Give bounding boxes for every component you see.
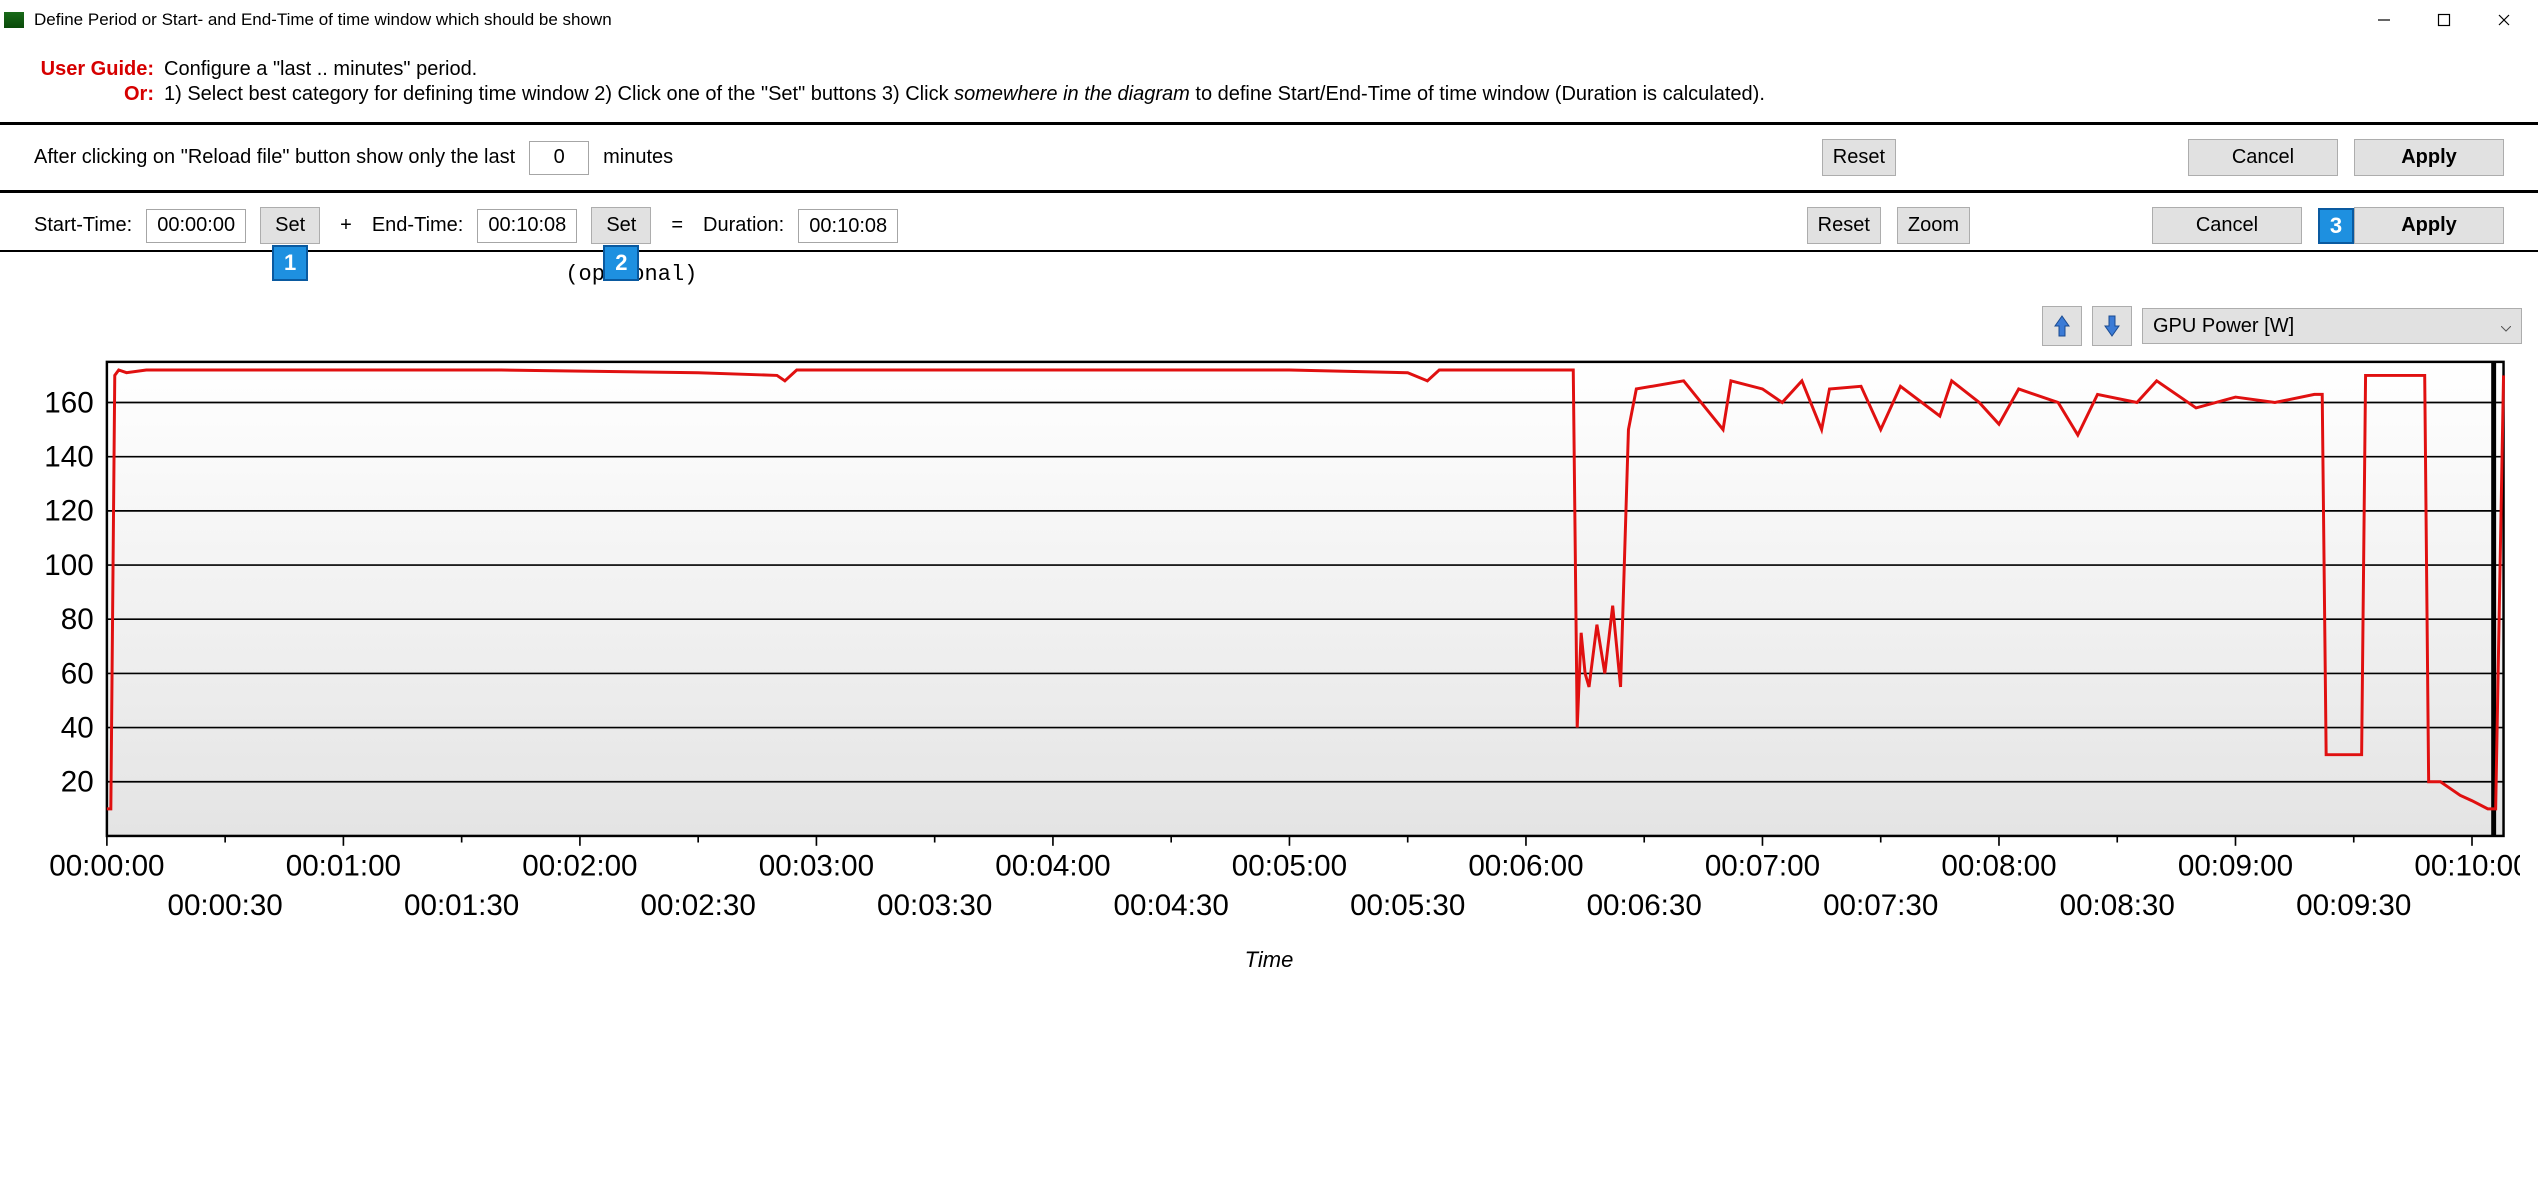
- move-down-button[interactable]: [2092, 306, 2132, 346]
- svg-text:160: 160: [44, 386, 93, 419]
- equals-separator: =: [665, 214, 689, 237]
- svg-text:60: 60: [61, 657, 94, 690]
- period-row: After clicking on "Reload file" button s…: [0, 125, 2538, 190]
- svg-text:00:10:00: 00:10:00: [2414, 849, 2520, 882]
- step-badge-2: 2: [603, 245, 639, 281]
- guide-label-1: User Guide:: [34, 58, 164, 81]
- optional-row: (optional): [0, 252, 2538, 302]
- guide-text-2b: somewhere in the diagram: [954, 83, 1190, 105]
- svg-text:120: 120: [44, 495, 93, 528]
- step-badge-3: 3: [2318, 208, 2354, 244]
- svg-text:40: 40: [61, 711, 94, 744]
- svg-text:00:09:30: 00:09:30: [2296, 889, 2411, 922]
- svg-text:00:06:30: 00:06:30: [1587, 889, 1702, 922]
- svg-text:00:05:00: 00:05:00: [1232, 849, 1347, 882]
- minutes-input[interactable]: [529, 141, 589, 175]
- chart-area[interactable]: 2040608010012014016000:00:0000:01:0000:0…: [0, 352, 2538, 983]
- zoom-button[interactable]: Zoom: [1897, 207, 1970, 244]
- close-button[interactable]: [2474, 2, 2534, 38]
- guide-text-2c: to define Start/End-Time of time window …: [1190, 83, 1765, 105]
- metric-dropdown-value: GPU Power [W]: [2153, 315, 2294, 338]
- end-time-label: End-Time:: [372, 214, 464, 237]
- start-time-label: Start-Time:: [34, 214, 132, 237]
- apply-period-button[interactable]: Apply: [2354, 139, 2504, 176]
- app-icon: [4, 12, 24, 28]
- chart-toolbar: GPU Power [W]: [0, 302, 2538, 352]
- minimize-button[interactable]: [2354, 2, 2414, 38]
- duration-label: Duration:: [703, 214, 784, 237]
- step-badge-1: 1: [272, 245, 308, 281]
- svg-text:00:07:30: 00:07:30: [1823, 889, 1938, 922]
- svg-text:00:01:30: 00:01:30: [404, 889, 519, 922]
- guide-text-1: Configure a "last .. minutes" period.: [164, 58, 477, 81]
- arrow-down-icon: [2103, 314, 2121, 338]
- svg-text:00:08:00: 00:08:00: [1941, 849, 2056, 882]
- metric-dropdown[interactable]: GPU Power [W]: [2142, 308, 2522, 344]
- guide-text-2: 1) Select best category for defining tim…: [164, 83, 1765, 106]
- svg-text:00:04:30: 00:04:30: [1114, 889, 1229, 922]
- titlebar: Define Period or Start- and End-Time of …: [0, 0, 2538, 40]
- end-time-input[interactable]: [477, 209, 577, 243]
- svg-text:00:01:00: 00:01:00: [286, 849, 401, 882]
- svg-text:00:09:00: 00:09:00: [2178, 849, 2293, 882]
- cancel-time-button[interactable]: Cancel: [2152, 207, 2302, 244]
- plus-separator: +: [334, 214, 358, 237]
- svg-text:00:07:00: 00:07:00: [1705, 849, 1820, 882]
- svg-text:00:02:30: 00:02:30: [641, 889, 756, 922]
- cancel-period-button[interactable]: Cancel: [2188, 139, 2338, 176]
- svg-text:00:00:00: 00:00:00: [49, 849, 164, 882]
- time-window-row: Start-Time: Set 1 + End-Time: Set 2 = Du…: [0, 193, 2538, 250]
- set-end-button[interactable]: Set: [591, 207, 651, 244]
- svg-text:00:06:00: 00:06:00: [1468, 849, 1583, 882]
- svg-text:140: 140: [44, 441, 93, 474]
- duration-value: 00:10:08: [798, 209, 898, 243]
- chart[interactable]: 2040608010012014016000:00:0000:01:0000:0…: [18, 352, 2520, 945]
- reset-time-button[interactable]: Reset: [1807, 207, 1881, 244]
- period-suffix: minutes: [603, 146, 673, 169]
- set-start-button[interactable]: Set: [260, 207, 320, 244]
- apply-time-button[interactable]: Apply: [2354, 207, 2504, 244]
- svg-text:00:04:00: 00:04:00: [995, 849, 1110, 882]
- svg-text:00:05:30: 00:05:30: [1350, 889, 1465, 922]
- guide-label-or: Or:: [34, 83, 164, 106]
- period-prefix: After clicking on "Reload file" button s…: [34, 146, 515, 169]
- svg-text:00:00:30: 00:00:30: [168, 889, 283, 922]
- reset-period-button[interactable]: Reset: [1822, 139, 1896, 176]
- chevron-down-icon: [2501, 315, 2511, 338]
- svg-text:00:03:30: 00:03:30: [877, 889, 992, 922]
- arrow-up-icon: [2053, 314, 2071, 338]
- start-time-input[interactable]: [146, 209, 246, 243]
- svg-text:00:02:00: 00:02:00: [522, 849, 637, 882]
- svg-text:20: 20: [61, 766, 94, 799]
- svg-text:00:08:30: 00:08:30: [2060, 889, 2175, 922]
- maximize-button[interactable]: [2414, 2, 2474, 38]
- move-up-button[interactable]: [2042, 306, 2082, 346]
- svg-text:00:03:00: 00:03:00: [759, 849, 874, 882]
- window-title: Define Period or Start- and End-Time of …: [34, 10, 2354, 30]
- guide-text-2a: 1) Select best category for defining tim…: [164, 83, 954, 105]
- svg-text:80: 80: [61, 603, 94, 636]
- window-controls: [2354, 2, 2534, 38]
- svg-text:100: 100: [44, 549, 93, 582]
- user-guide: User Guide: Configure a "last .. minutes…: [0, 40, 2538, 122]
- chart-xlabel: Time: [18, 947, 2520, 973]
